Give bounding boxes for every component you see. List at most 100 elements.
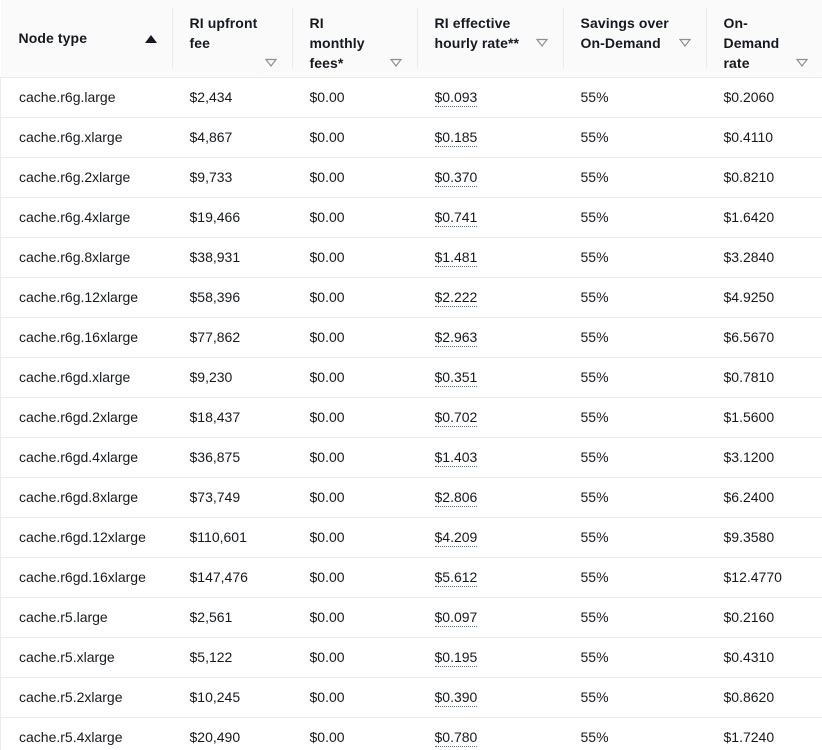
ri-effective-rate-tooltip[interactable]: $0.351	[434, 369, 478, 387]
column-header-ri-upfront-fee[interactable]: RI upfront fee	[171, 0, 292, 78]
ri-effective-rate-tooltip[interactable]: $0.195	[434, 649, 478, 667]
cell-ri-effective-rate: $0.185	[416, 117, 563, 158]
ri-effective-rate-tooltip[interactable]: $0.780	[434, 729, 478, 747]
column-header-on-demand-rate[interactable]: On-Demand rate	[705, 0, 822, 78]
cell-ri-effective-rate: $4.209	[416, 517, 563, 558]
column-header-ri-effective-hourly-rate[interactable]: RI effective hourly rate**	[416, 0, 563, 78]
cell-ri-upfront-fee: $36,875	[171, 437, 292, 478]
table-row: cache.r6g.large $2,434 $0.00 $0.093 55% $0.20…	[0, 77, 822, 118]
table-row: cache.r6g.2xlarge $9,733 $0.00 $0.370 55% $0.…	[0, 157, 822, 198]
ri-effective-rate-tooltip[interactable]: $0.093	[434, 89, 478, 107]
cell-savings: 55%	[562, 477, 706, 518]
cell-savings: 55%	[562, 397, 706, 438]
cell-ri-upfront-fee: $110,601	[171, 517, 292, 558]
cell-savings: 55%	[562, 277, 706, 318]
ri-effective-rate-tooltip[interactable]: $0.702	[434, 409, 478, 427]
cell-savings: 55%	[562, 557, 706, 598]
cell-ri-monthly-fees: $0.00	[291, 317, 417, 358]
table-row: cache.r6gd.12xlarge $110,601 $0.00 $4.209 55…	[0, 517, 822, 558]
cell-ri-monthly-fees: $0.00	[291, 437, 417, 478]
sort-ascending-icon[interactable]	[144, 31, 158, 45]
cell-savings: 55%	[562, 77, 706, 118]
ri-effective-rate-tooltip[interactable]: $0.185	[434, 129, 478, 147]
pricing-table-viewport[interactable]: Node type RI upfront fee RI monthly fees…	[0, 0, 822, 750]
cell-on-demand-rate: $3.1200	[705, 437, 822, 478]
sort-inactive-icon[interactable]	[678, 35, 692, 49]
cell-on-demand-rate: $0.7810	[705, 357, 822, 398]
column-header-ri-monthly-fees[interactable]: RI monthly fees*	[291, 0, 417, 78]
sort-inactive-icon[interactable]	[795, 55, 809, 69]
table-row: cache.r5.4xlarge $20,490 $0.00 $0.780 55% $1.…	[0, 717, 822, 750]
ri-effective-rate-tooltip[interactable]: $1.403	[434, 449, 478, 467]
cell-ri-upfront-fee: $2,561	[171, 597, 292, 638]
column-header-label: On-Demand rate	[723, 15, 780, 71]
column-header-label: Node type	[18, 30, 88, 47]
cell-savings: 55%	[562, 677, 706, 718]
cell-savings: 55%	[562, 637, 706, 678]
ri-effective-rate-tooltip[interactable]: $0.741	[434, 209, 478, 227]
cell-savings: 55%	[562, 357, 706, 398]
cell-ri-monthly-fees: $0.00	[291, 557, 417, 598]
ri-effective-rate-tooltip[interactable]: $5.612	[434, 569, 478, 587]
cell-on-demand-rate: $9.3580	[705, 517, 822, 558]
cell-on-demand-rate: $3.2840	[705, 237, 822, 278]
table-row: cache.r6g.12xlarge $58,396 $0.00 $2.222 55% $…	[0, 277, 822, 318]
table-row: cache.r6gd.8xlarge $73,749 $0.00 $2.806 55% $…	[0, 477, 822, 518]
cell-ri-monthly-fees: $0.00	[291, 237, 417, 278]
column-header-node-type[interactable]: Node type	[0, 0, 172, 78]
column-header-label: RI upfront fee	[189, 15, 258, 51]
ri-effective-rate-tooltip[interactable]: $4.209	[434, 529, 478, 547]
cell-ri-effective-rate: $0.093	[416, 77, 563, 118]
cell-ri-monthly-fees: $0.00	[291, 197, 417, 238]
node-type-pricing-table: Node type RI upfront fee RI monthly fees…	[0, 0, 822, 750]
cell-node-type: cache.r5.4xlarge	[0, 717, 172, 750]
cell-savings: 55%	[562, 157, 706, 198]
cell-node-type: cache.r6g.8xlarge	[0, 237, 172, 278]
cell-on-demand-rate: $1.7240	[705, 717, 822, 750]
column-header-savings-over-on-demand[interactable]: Savings over On-Demand	[562, 0, 706, 78]
cell-node-type: cache.r6g.large	[0, 77, 172, 118]
cell-ri-monthly-fees: $0.00	[291, 397, 417, 438]
ri-effective-rate-tooltip[interactable]: $0.370	[434, 169, 478, 187]
ri-effective-rate-tooltip[interactable]: $2.806	[434, 489, 478, 507]
table-body: cache.r6g.large $2,434 $0.00 $0.093 55% $0.20…	[0, 77, 822, 750]
sort-inactive-icon[interactable]	[389, 55, 403, 69]
cell-node-type: cache.r5.xlarge	[0, 637, 172, 678]
cell-ri-upfront-fee: $77,862	[171, 317, 292, 358]
cell-node-type: cache.r6gd.8xlarge	[0, 477, 172, 518]
table-row: cache.r5.large $2,561 $0.00 $0.097 55% $0.216…	[0, 597, 822, 638]
cell-savings: 55%	[562, 517, 706, 558]
table-row: cache.r6g.8xlarge $38,931 $0.00 $1.481 55% $3…	[0, 237, 822, 278]
cell-on-demand-rate: $1.5600	[705, 397, 822, 438]
cell-node-type: cache.r5.2xlarge	[0, 677, 172, 718]
cell-node-type: cache.r6g.12xlarge	[0, 277, 172, 318]
cell-ri-monthly-fees: $0.00	[291, 637, 417, 678]
table-row: cache.r6g.4xlarge $19,466 $0.00 $0.741 55% $1…	[0, 197, 822, 238]
ri-effective-rate-tooltip[interactable]: $0.390	[434, 689, 478, 707]
cell-on-demand-rate: $1.6420	[705, 197, 822, 238]
ri-effective-rate-tooltip[interactable]: $1.481	[434, 249, 478, 267]
ri-effective-rate-tooltip[interactable]: $2.963	[434, 329, 478, 347]
cell-ri-monthly-fees: $0.00	[291, 157, 417, 198]
cell-ri-upfront-fee: $147,476	[171, 557, 292, 598]
ri-effective-rate-tooltip[interactable]: $2.222	[434, 289, 478, 307]
cell-ri-monthly-fees: $0.00	[291, 717, 417, 750]
cell-savings: 55%	[562, 237, 706, 278]
cell-ri-effective-rate: $0.390	[416, 677, 563, 718]
ri-effective-rate-tooltip[interactable]: $0.097	[434, 609, 478, 627]
column-header-label: RI effective hourly rate**	[434, 15, 520, 51]
cell-ri-effective-rate: $0.780	[416, 717, 563, 750]
cell-on-demand-rate: $4.9250	[705, 277, 822, 318]
cell-node-type: cache.r6gd.4xlarge	[0, 437, 172, 478]
cell-ri-monthly-fees: $0.00	[291, 277, 417, 318]
cell-savings: 55%	[562, 117, 706, 158]
table-header: Node type RI upfront fee RI monthly fees…	[0, 0, 822, 78]
table-row: cache.r6g.16xlarge $77,862 $0.00 $2.963 55% $…	[0, 317, 822, 358]
column-header-label: RI monthly fees*	[309, 15, 365, 71]
cell-on-demand-rate: $0.4310	[705, 637, 822, 678]
table-row: cache.r5.xlarge $5,122 $0.00 $0.195 55% $0.43…	[0, 637, 822, 678]
cell-ri-monthly-fees: $0.00	[291, 597, 417, 638]
sort-inactive-icon[interactable]	[264, 55, 278, 69]
cell-ri-effective-rate: $2.222	[416, 277, 563, 318]
sort-inactive-icon[interactable]	[535, 35, 549, 49]
